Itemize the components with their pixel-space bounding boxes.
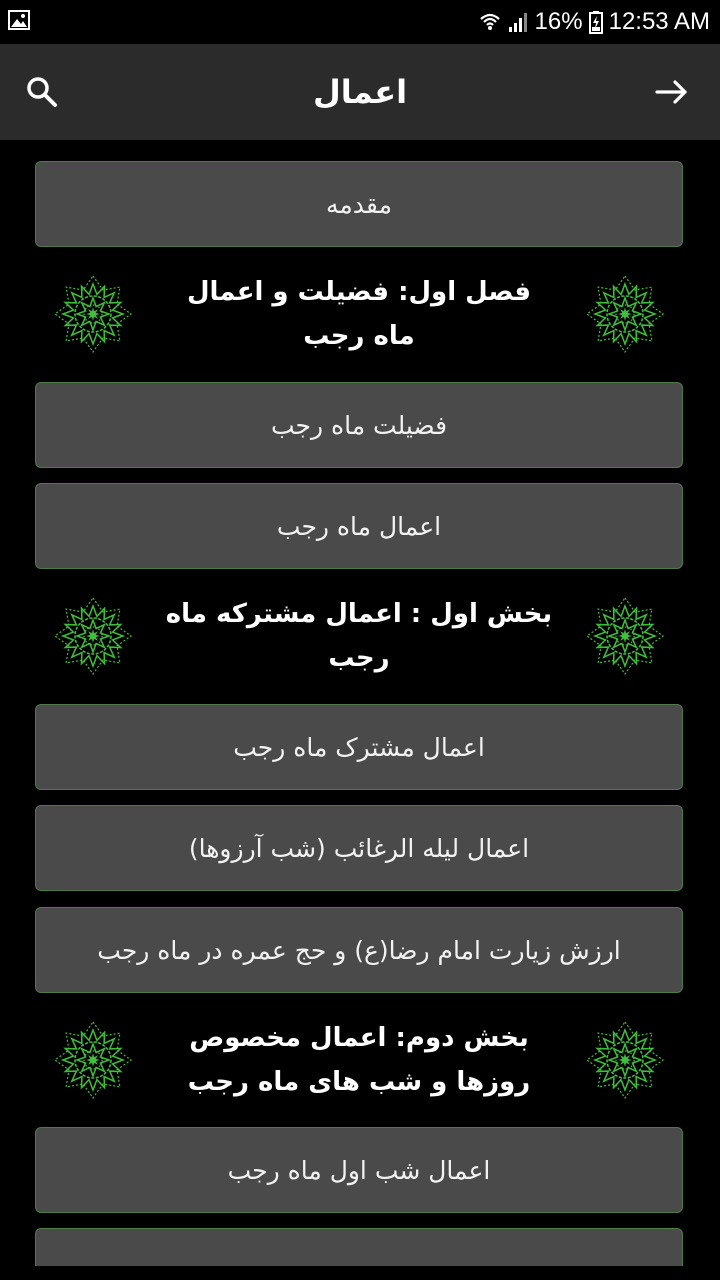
list-item-ziyarat[interactable]: ارزش زیارت امام رضا(ع) و حج عمره در ماه … xyxy=(35,907,683,993)
section-header-part1: بخش اول : اعمال مشترکه ماه رجب xyxy=(35,586,683,686)
section-title: بخش دوم: اعمال مخصوص روزها و شب های ماه … xyxy=(187,1023,531,1097)
list-item-raghaib[interactable]: اعمال لیله الرغائب (شب آرزوها) xyxy=(35,805,683,891)
ornament-icon xyxy=(53,274,133,354)
section-header-chapter1: فصل اول: فضیلت و اعمال ماه رجب xyxy=(35,264,683,364)
list-item-virtue[interactable]: فضیلت ماه رجب xyxy=(35,382,683,468)
ornament-icon xyxy=(585,1020,665,1100)
list-item-intro[interactable]: مقدمه xyxy=(35,161,683,247)
status-bar: 16% 12:53 AM xyxy=(0,0,720,44)
battery-percent: 16% xyxy=(534,8,583,35)
list-item-common[interactable]: اعمال مشترک ماه رجب xyxy=(35,704,683,790)
content-list: مقدمه فصل اول: فضیلت و اعمال ماه رجب فضی… xyxy=(0,140,720,1266)
wifi-icon xyxy=(479,11,501,33)
search-icon xyxy=(27,77,57,107)
ornament-icon xyxy=(585,596,665,676)
bottom-edge xyxy=(0,1266,720,1280)
arrow-right-icon xyxy=(655,80,687,104)
section-title: بخش اول : اعمال مشترکه ماه رجب xyxy=(165,599,553,673)
back-button[interactable] xyxy=(648,68,696,116)
list-item-partial[interactable] xyxy=(35,1228,683,1266)
search-button[interactable] xyxy=(18,68,66,116)
battery-icon xyxy=(588,10,603,34)
section-title: فصل اول: فضیلت و اعمال ماه رجب xyxy=(186,277,532,351)
app-bar: اعمال xyxy=(0,44,720,140)
list-item-label: اعمال شب اول ماه رجب xyxy=(227,1155,491,1185)
image-icon xyxy=(8,10,30,30)
ornament-icon xyxy=(585,274,665,354)
section-header-part2: بخش دوم: اعمال مخصوص روزها و شب های ماه … xyxy=(35,1010,683,1110)
status-indicators: 16% 12:53 AM xyxy=(479,6,710,38)
ornament-icon xyxy=(53,596,133,676)
signal-icon xyxy=(507,11,529,33)
clock: 12:53 AM xyxy=(608,8,710,35)
list-item-acts[interactable]: اعمال ماه رجب xyxy=(35,483,683,569)
ornament-icon xyxy=(53,1020,133,1100)
list-item-first-night[interactable]: اعمال شب اول ماه رجب xyxy=(35,1127,683,1213)
page-title: اعمال xyxy=(312,73,408,111)
